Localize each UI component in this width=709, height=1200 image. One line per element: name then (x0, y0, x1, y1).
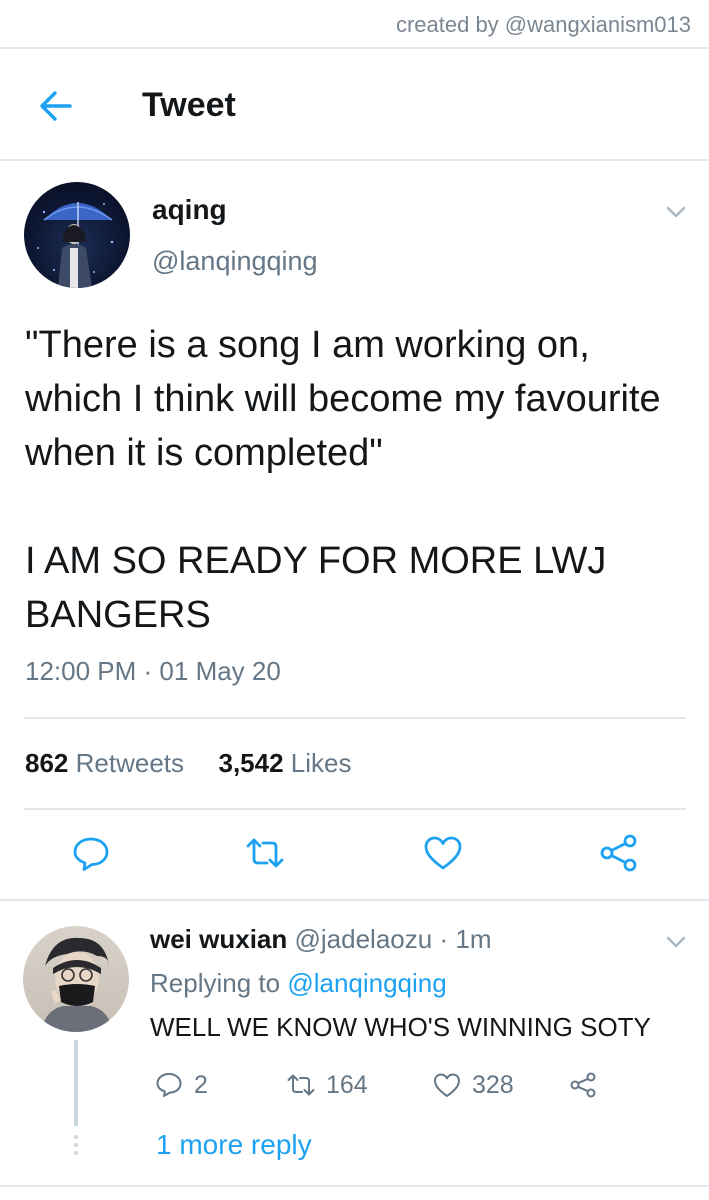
separator: · (143, 656, 160, 686)
reply-icon (156, 1073, 182, 1097)
tweet-stats: 862 Retweets 3,542 Likes (25, 748, 352, 779)
thread-dot (74, 1143, 78, 1147)
replying-to-label: Replying to (150, 968, 281, 998)
reply-header: wei wuxian @jadelaozu · 1m (150, 924, 491, 955)
likes-stat[interactable]: 3,542 Likes (218, 748, 351, 778)
chevron-down-icon[interactable] (662, 198, 690, 226)
thread-line (74, 1040, 78, 1126)
avatar-image (37, 202, 114, 288)
header-divider (0, 159, 709, 161)
reply-like-action[interactable]: 328 (432, 1068, 514, 1102)
tweet-text-paragraph: I AM SO READY FOR MORE LWJ BANGERS (25, 540, 607, 636)
retweets-count: 862 (25, 748, 69, 778)
share-icon (570, 1072, 596, 1098)
back-arrow-icon[interactable] (36, 86, 76, 126)
bottom-divider (0, 1185, 709, 1187)
author-avatar[interactable] (24, 182, 130, 288)
author-handle[interactable]: @lanqingqing (152, 246, 318, 277)
retweets-stat[interactable]: 862 Retweets (25, 748, 184, 778)
heart-icon (434, 1073, 460, 1097)
reply-author-name[interactable]: wei wuxian (150, 924, 287, 954)
retweet-icon[interactable] (243, 831, 287, 875)
replying-to: Replying to @lanqingqing (150, 968, 447, 999)
reply-share-action[interactable] (568, 1068, 598, 1102)
reply-retweet-action[interactable]: 164 (286, 1068, 368, 1102)
reply-section-divider (0, 899, 709, 901)
retweets-label: Retweets (75, 748, 185, 778)
tweet-date: 01 May 20 (159, 656, 281, 686)
likes-label: Likes (290, 748, 352, 778)
thread-dot (74, 1151, 78, 1155)
tweet-timestamp[interactable]: 12:00 PM · 01 May 20 (25, 656, 281, 687)
reply-reply-action[interactable]: 2 (154, 1068, 208, 1102)
tweet-text: "There is a song I am working on, which … (25, 318, 675, 642)
reply-icon[interactable] (69, 831, 113, 875)
stats-top-divider (24, 717, 686, 719)
share-icon[interactable] (597, 831, 641, 875)
reply-author-avatar[interactable] (23, 926, 129, 1032)
avatar-image (41, 937, 113, 1032)
reply-author-handle[interactable]: @jadelaozu (295, 924, 433, 954)
tweet-text-paragraph: "There is a song I am working on, which … (25, 324, 661, 474)
retweet-icon (287, 1074, 315, 1096)
reply-count: 2 (194, 1070, 208, 1099)
reply-time: 1m (455, 924, 492, 954)
tweet-time: 12:00 PM (25, 656, 137, 686)
heart-icon[interactable] (421, 831, 465, 875)
author-display-name[interactable]: aqing (152, 194, 227, 226)
like-count: 328 (472, 1070, 514, 1099)
page-title: Tweet (142, 86, 236, 124)
creator-credit: created by @wangxianism013 (395, 12, 691, 37)
top-divider (0, 47, 709, 49)
more-replies-link[interactable]: 1 more reply (156, 1129, 312, 1161)
likes-count: 3,542 (218, 748, 284, 778)
separator: · (439, 924, 449, 954)
reply-text: WELL WE KNOW WHO'S WINNING SOTY (150, 1012, 651, 1042)
chevron-down-icon[interactable] (662, 928, 690, 956)
stats-bottom-divider (24, 808, 686, 810)
retweet-count: 164 (326, 1070, 368, 1099)
replying-to-mention[interactable]: @lanqingqing (287, 968, 446, 998)
thread-dot (74, 1135, 78, 1139)
